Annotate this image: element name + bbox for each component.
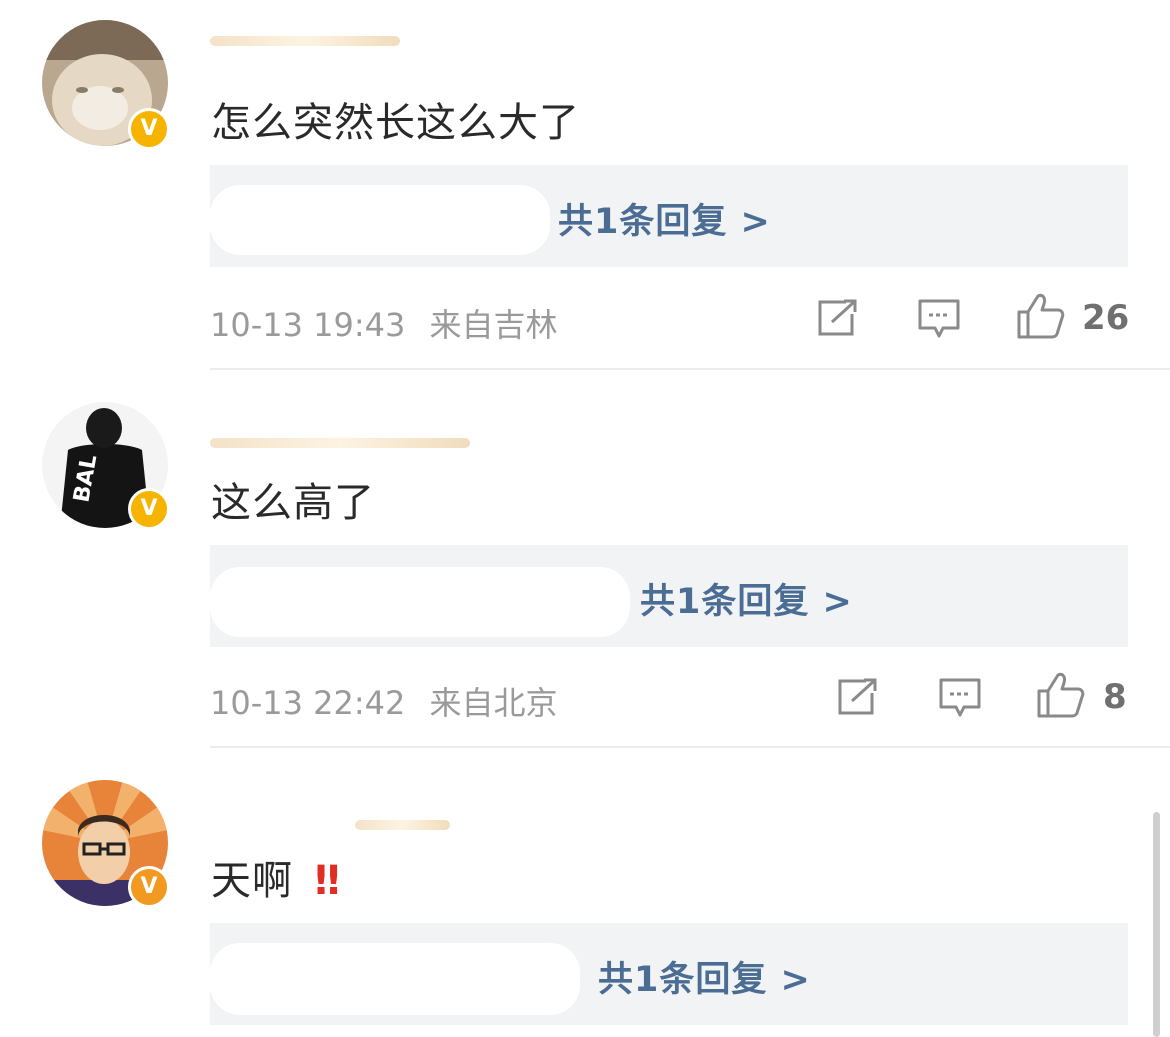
comment-item: V 天啊 ‼ 共1条回复 > <box>0 0 1170 1037</box>
reply-preview-redacted <box>210 943 580 1015</box>
verified-badge-icon: V <box>128 866 170 908</box>
username-redacted <box>355 820 450 830</box>
reply-count-link[interactable]: 共1条回复 > <box>598 951 811 1002</box>
comment-text-content: 天啊 <box>211 858 293 904</box>
reply-preview[interactable]: 共1条回复 > <box>210 923 1128 1025</box>
comment-text: 天啊 ‼ <box>211 848 341 906</box>
double-exclamation-icon: ‼ <box>314 858 341 904</box>
scrollbar[interactable] <box>1153 812 1160 1037</box>
